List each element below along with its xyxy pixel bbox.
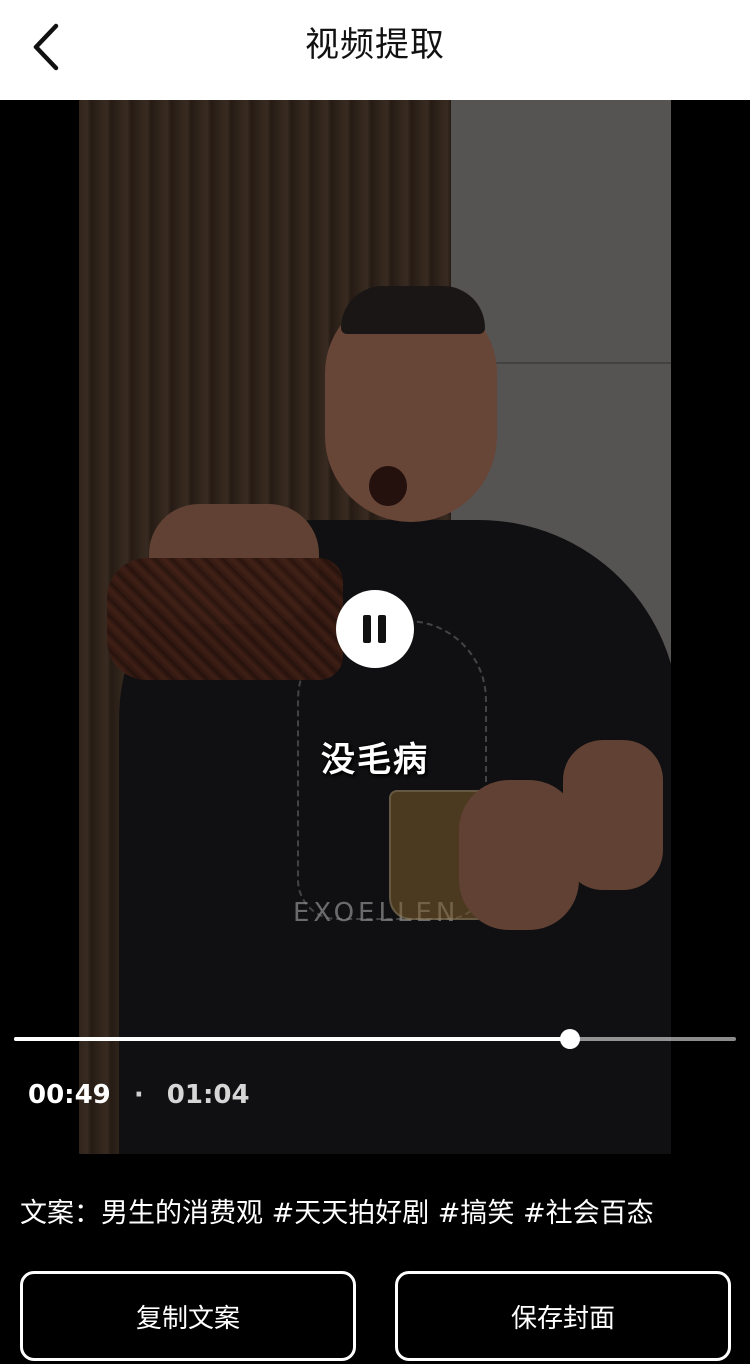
video-subtitle: 没毛病 — [321, 740, 429, 780]
progress-fill — [14, 1037, 570, 1041]
time-separator: · — [133, 1080, 144, 1110]
caption-text: 文案：男生的消费观 #天天拍好剧 #搞笑 #社会百态 — [20, 1198, 654, 1229]
save-cover-button[interactable]: 保存封面 — [395, 1271, 731, 1361]
video-player[interactable]: EXOELLEN 没毛病 00:49 · 01:04 — [0, 100, 750, 1154]
progress-thumb[interactable] — [559, 1029, 580, 1049]
time-display: 00:49 · 01:04 — [28, 1080, 250, 1110]
copy-text-button[interactable]: 复制文案 — [20, 1271, 356, 1361]
pause-button[interactable] — [336, 590, 414, 668]
top-nav-bar: 视频提取 — [0, 0, 750, 100]
total-time: 01:04 — [166, 1080, 250, 1110]
progress-bar[interactable] — [14, 1029, 736, 1049]
page-title: 视频提取 — [305, 25, 445, 65]
current-time: 00:49 — [28, 1080, 111, 1110]
